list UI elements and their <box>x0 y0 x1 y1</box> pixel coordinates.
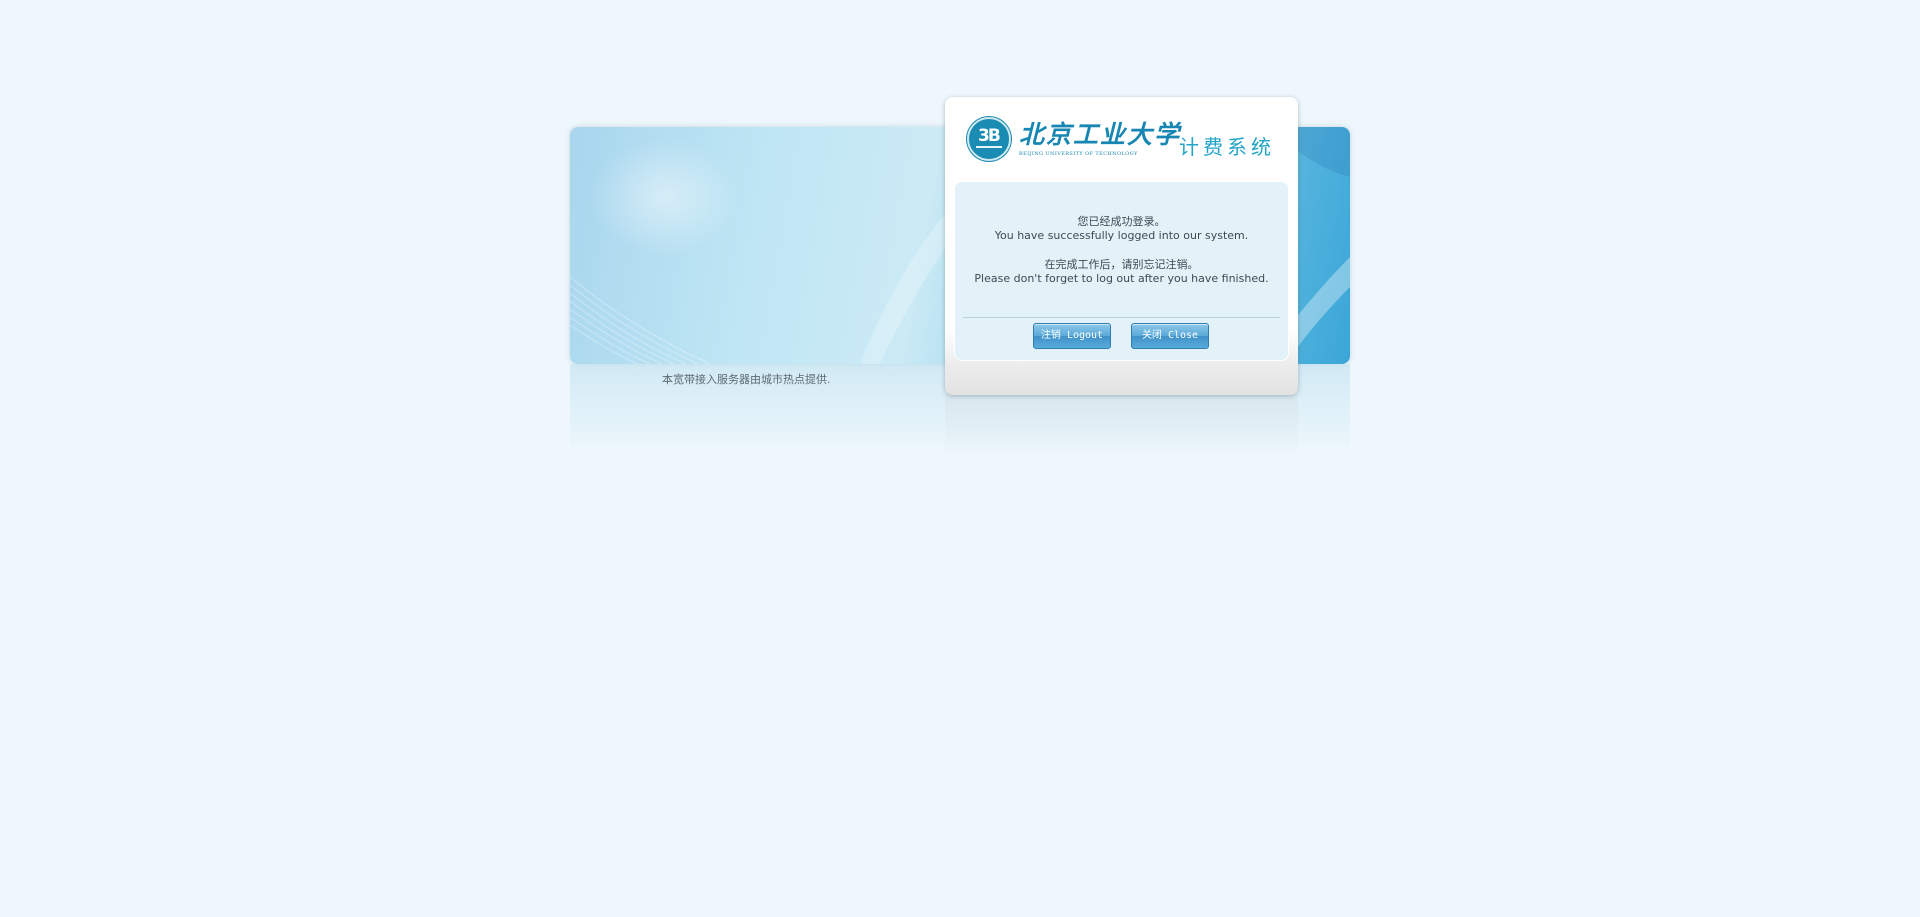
emblem-glyph: 3B <box>978 126 1001 146</box>
login-card: 3B 北京工业大学 BEIJING UNIVERSITY OF TECHNOLO… <box>945 97 1298 395</box>
logout-button[interactable]: 注销 Logout <box>1033 323 1111 349</box>
success-message-en: You have successfully logged into our sy… <box>994 229 1249 242</box>
close-button[interactable]: 关闭 Close <box>1131 323 1209 349</box>
provider-note: 本宽带接入服务器由城市热点提供. <box>662 373 831 386</box>
success-message-zh: 您已经成功登录。 <box>1077 215 1166 228</box>
emblem-underline <box>976 146 1002 148</box>
system-name: 计费系统 <box>1179 135 1275 159</box>
card-reflection <box>945 395 1298 455</box>
login-success-page: 本宽带接入服务器由城市热点提供. 3B 北京工业大学 BEIJING UNIVE… <box>0 0 1920 917</box>
logo-header: 3B 北京工业大学 BEIJING UNIVERSITY OF TECHNOLO… <box>967 117 1287 163</box>
logout-reminder-zh: 在完成工作后，请别忘记注销。 <box>1044 258 1199 271</box>
university-emblem-icon: 3B <box>967 117 1011 161</box>
university-name: 北京工业大学 <box>1019 120 1182 149</box>
logout-reminder-en: Please don't forget to log out after you… <box>974 272 1269 285</box>
message-box: 您已经成功登录。 You have successfully logged in… <box>954 181 1289 361</box>
divider <box>963 317 1280 318</box>
university-name-en: BEIJING UNIVERSITY OF TECHNOLOGY <box>1019 151 1138 157</box>
